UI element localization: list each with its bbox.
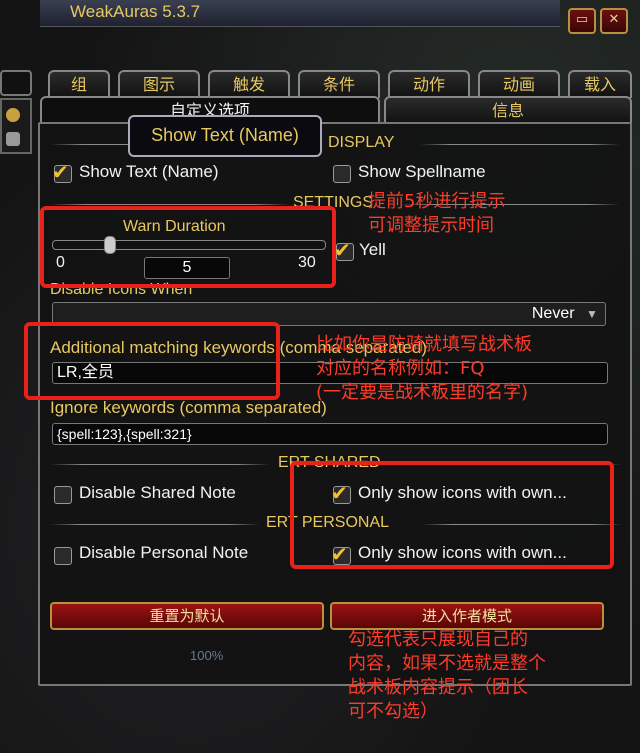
annotation-line: 勾选代表只展现自己的 xyxy=(348,629,528,650)
divider xyxy=(420,144,620,145)
window-title: WeakAuras 5.3.7 xyxy=(70,2,201,21)
tab-load[interactable]: 载入 xyxy=(568,70,632,98)
tab-conditions[interactable]: 条件 xyxy=(298,70,380,98)
annotation-only-show: 勾选代表只展现自己的 内容，如果不选就是整个 战术板内容提示（团长 可不勾选） xyxy=(348,628,546,724)
tooltip: Show Text (Name) xyxy=(128,115,322,157)
annotation-line: 提前5秒进行提示 xyxy=(368,191,506,212)
background-progress: 100% xyxy=(190,648,224,663)
divider xyxy=(50,464,270,465)
highlight-keywords xyxy=(24,322,280,400)
coin-icon[interactable] xyxy=(6,108,20,122)
annotation-line: 战术板内容提示（团长 xyxy=(348,677,528,698)
close-icon: ✕ xyxy=(608,12,620,27)
chevron-down-icon: ▼ xyxy=(586,307,598,321)
divider xyxy=(50,204,290,205)
resize-icon: ▭ xyxy=(575,12,589,27)
check-icon: ✔ xyxy=(334,238,351,262)
annotation-line: 可调整提示时间 xyxy=(368,215,494,236)
side-button[interactable] xyxy=(0,70,32,96)
divider xyxy=(50,524,260,525)
tab-actions[interactable]: 动作 xyxy=(388,70,470,98)
annotation-line: (一定要是战术板里的名字) xyxy=(316,382,529,403)
section-display: DISPLAY xyxy=(328,134,395,151)
show-spellname-checkbox[interactable] xyxy=(333,165,351,183)
annotation-line: 对应的名称例如：FQ xyxy=(316,358,485,379)
ignore-keywords-label: Ignore keywords (comma separated) xyxy=(50,398,327,417)
scroll-icon[interactable] xyxy=(6,132,20,146)
disable-personal-note-label: Disable Personal Note xyxy=(79,543,249,562)
tab-group[interactable]: 组 xyxy=(48,70,110,98)
disable-shared-note-label: Disable Shared Note xyxy=(79,483,236,502)
close-button[interactable]: ✕ xyxy=(600,8,628,34)
highlight-only-show xyxy=(290,461,614,569)
highlight-warn-duration xyxy=(40,206,336,288)
author-mode-button[interactable]: 进入作者模式 xyxy=(330,602,604,630)
tab-trigger[interactable]: 触发 xyxy=(208,70,290,98)
tab-animations[interactable]: 动画 xyxy=(478,70,560,98)
tab-display[interactable]: 图示 xyxy=(118,70,200,98)
dropdown-value: Never xyxy=(531,305,575,322)
show-text-label: Show Text (Name) xyxy=(79,162,219,181)
disable-shared-note-checkbox[interactable] xyxy=(54,486,72,504)
reset-default-button[interactable]: 重置为默认 xyxy=(50,602,324,630)
ignore-keywords-input[interactable]: {spell:123},{spell:321} xyxy=(52,423,608,445)
annotation-line: 比如你是防骑就填写战术板 xyxy=(316,334,532,355)
show-spellname-label: Show Spellname xyxy=(358,162,486,181)
annotation-keywords: 比如你是防骑就填写战术板 对应的名称例如：FQ (一定要是战术板里的名字) xyxy=(316,333,532,405)
tab-info[interactable]: 信息 xyxy=(384,96,632,124)
disable-personal-note-checkbox[interactable] xyxy=(54,547,72,565)
annotation-line: 内容，如果不选就是整个 xyxy=(348,653,546,674)
resize-button[interactable]: ▭ xyxy=(568,8,596,34)
annotation-warn: 提前5秒进行提示 可调整提示时间 xyxy=(368,190,505,238)
yell-label: Yell xyxy=(359,240,386,259)
annotation-line: 可不勾选） xyxy=(348,701,438,722)
check-icon: ✔ xyxy=(52,160,69,184)
